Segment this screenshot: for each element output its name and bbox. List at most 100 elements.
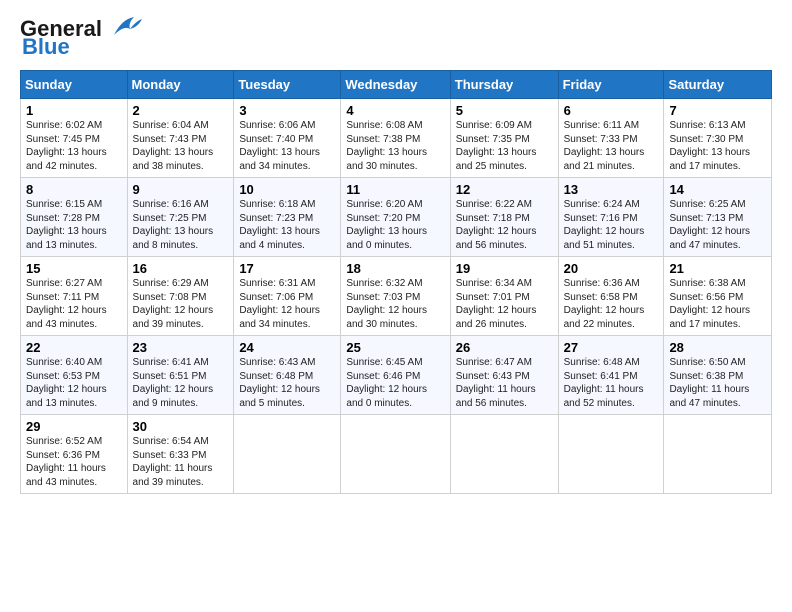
logo-text-blue: Blue	[20, 34, 70, 60]
logo-bird-icon	[104, 13, 142, 41]
day-info: Sunrise: 6:16 AMSunset: 7:25 PMDaylight:…	[133, 199, 214, 251]
day-info: Sunrise: 6:48 AMSunset: 6:41 PMDaylight:…	[564, 357, 644, 409]
header-wednesday: Wednesday	[341, 71, 450, 99]
table-row: 6 Sunrise: 6:11 AMSunset: 7:33 PMDayligh…	[558, 99, 664, 178]
day-number: 23	[133, 340, 229, 355]
table-row: 19 Sunrise: 6:34 AMSunset: 7:01 PMDaylig…	[450, 257, 558, 336]
day-number: 18	[346, 261, 444, 276]
day-info: Sunrise: 6:24 AMSunset: 7:16 PMDaylight:…	[564, 199, 645, 251]
day-info: Sunrise: 6:29 AMSunset: 7:08 PMDaylight:…	[133, 278, 214, 330]
table-row: 26 Sunrise: 6:47 AMSunset: 6:43 PMDaylig…	[450, 336, 558, 415]
day-info: Sunrise: 6:22 AMSunset: 7:18 PMDaylight:…	[456, 199, 537, 251]
table-row: 18 Sunrise: 6:32 AMSunset: 7:03 PMDaylig…	[341, 257, 450, 336]
day-info: Sunrise: 6:47 AMSunset: 6:43 PMDaylight:…	[456, 357, 536, 409]
table-row: 3 Sunrise: 6:06 AMSunset: 7:40 PMDayligh…	[234, 99, 341, 178]
table-row: 21 Sunrise: 6:38 AMSunset: 6:56 PMDaylig…	[664, 257, 772, 336]
table-row: 16 Sunrise: 6:29 AMSunset: 7:08 PMDaylig…	[127, 257, 234, 336]
day-number: 26	[456, 340, 553, 355]
page-container: General Blue Sunday Monday Tuesday Wedne…	[0, 0, 792, 504]
table-row	[450, 415, 558, 494]
day-info: Sunrise: 6:32 AMSunset: 7:03 PMDaylight:…	[346, 278, 427, 330]
day-info: Sunrise: 6:31 AMSunset: 7:06 PMDaylight:…	[239, 278, 320, 330]
day-info: Sunrise: 6:50 AMSunset: 6:38 PMDaylight:…	[669, 357, 749, 409]
day-info: Sunrise: 6:13 AMSunset: 7:30 PMDaylight:…	[669, 120, 750, 172]
day-number: 17	[239, 261, 335, 276]
day-number: 19	[456, 261, 553, 276]
day-number: 28	[669, 340, 766, 355]
table-row: 23 Sunrise: 6:41 AMSunset: 6:51 PMDaylig…	[127, 336, 234, 415]
day-number: 16	[133, 261, 229, 276]
header-tuesday: Tuesday	[234, 71, 341, 99]
day-number: 12	[456, 182, 553, 197]
day-info: Sunrise: 6:08 AMSunset: 7:38 PMDaylight:…	[346, 120, 427, 172]
day-number: 2	[133, 103, 229, 118]
calendar-header-row: Sunday Monday Tuesday Wednesday Thursday…	[21, 71, 772, 99]
table-row: 12 Sunrise: 6:22 AMSunset: 7:18 PMDaylig…	[450, 178, 558, 257]
header-sunday: Sunday	[21, 71, 128, 99]
day-number: 6	[564, 103, 659, 118]
table-row: 25 Sunrise: 6:45 AMSunset: 6:46 PMDaylig…	[341, 336, 450, 415]
table-row	[341, 415, 450, 494]
table-row: 2 Sunrise: 6:04 AMSunset: 7:43 PMDayligh…	[127, 99, 234, 178]
table-row: 15 Sunrise: 6:27 AMSunset: 7:11 PMDaylig…	[21, 257, 128, 336]
day-info: Sunrise: 6:27 AMSunset: 7:11 PMDaylight:…	[26, 278, 107, 330]
day-info: Sunrise: 6:52 AMSunset: 6:36 PMDaylight:…	[26, 436, 106, 488]
day-number: 4	[346, 103, 444, 118]
day-number: 30	[133, 419, 229, 434]
day-info: Sunrise: 6:41 AMSunset: 6:51 PMDaylight:…	[133, 357, 214, 409]
day-info: Sunrise: 6:15 AMSunset: 7:28 PMDaylight:…	[26, 199, 107, 251]
table-row: 29 Sunrise: 6:52 AMSunset: 6:36 PMDaylig…	[21, 415, 128, 494]
day-number: 3	[239, 103, 335, 118]
day-number: 27	[564, 340, 659, 355]
calendar-table: Sunday Monday Tuesday Wednesday Thursday…	[20, 70, 772, 494]
logo: General Blue	[20, 16, 142, 60]
day-number: 29	[26, 419, 122, 434]
table-row: 7 Sunrise: 6:13 AMSunset: 7:30 PMDayligh…	[664, 99, 772, 178]
table-row: 27 Sunrise: 6:48 AMSunset: 6:41 PMDaylig…	[558, 336, 664, 415]
table-row: 17 Sunrise: 6:31 AMSunset: 7:06 PMDaylig…	[234, 257, 341, 336]
day-info: Sunrise: 6:54 AMSunset: 6:33 PMDaylight:…	[133, 436, 213, 488]
day-info: Sunrise: 6:38 AMSunset: 6:56 PMDaylight:…	[669, 278, 750, 330]
table-row: 1 Sunrise: 6:02 AMSunset: 7:45 PMDayligh…	[21, 99, 128, 178]
day-info: Sunrise: 6:02 AMSunset: 7:45 PMDaylight:…	[26, 120, 107, 172]
day-info: Sunrise: 6:40 AMSunset: 6:53 PMDaylight:…	[26, 357, 107, 409]
table-row	[664, 415, 772, 494]
table-row: 28 Sunrise: 6:50 AMSunset: 6:38 PMDaylig…	[664, 336, 772, 415]
day-info: Sunrise: 6:36 AMSunset: 6:58 PMDaylight:…	[564, 278, 645, 330]
day-number: 14	[669, 182, 766, 197]
header-friday: Friday	[558, 71, 664, 99]
day-number: 1	[26, 103, 122, 118]
day-number: 9	[133, 182, 229, 197]
table-row: 14 Sunrise: 6:25 AMSunset: 7:13 PMDaylig…	[664, 178, 772, 257]
table-row: 8 Sunrise: 6:15 AMSunset: 7:28 PMDayligh…	[21, 178, 128, 257]
day-number: 15	[26, 261, 122, 276]
day-number: 10	[239, 182, 335, 197]
header: General Blue	[20, 16, 772, 60]
table-row	[558, 415, 664, 494]
day-number: 24	[239, 340, 335, 355]
day-info: Sunrise: 6:18 AMSunset: 7:23 PMDaylight:…	[239, 199, 320, 251]
table-row	[234, 415, 341, 494]
day-info: Sunrise: 6:09 AMSunset: 7:35 PMDaylight:…	[456, 120, 537, 172]
table-row: 22 Sunrise: 6:40 AMSunset: 6:53 PMDaylig…	[21, 336, 128, 415]
table-row: 10 Sunrise: 6:18 AMSunset: 7:23 PMDaylig…	[234, 178, 341, 257]
header-monday: Monday	[127, 71, 234, 99]
table-row: 24 Sunrise: 6:43 AMSunset: 6:48 PMDaylig…	[234, 336, 341, 415]
day-info: Sunrise: 6:45 AMSunset: 6:46 PMDaylight:…	[346, 357, 427, 409]
table-row: 4 Sunrise: 6:08 AMSunset: 7:38 PMDayligh…	[341, 99, 450, 178]
header-saturday: Saturday	[664, 71, 772, 99]
day-info: Sunrise: 6:20 AMSunset: 7:20 PMDaylight:…	[346, 199, 427, 251]
day-info: Sunrise: 6:06 AMSunset: 7:40 PMDaylight:…	[239, 120, 320, 172]
day-number: 13	[564, 182, 659, 197]
day-number: 7	[669, 103, 766, 118]
day-number: 20	[564, 261, 659, 276]
day-number: 11	[346, 182, 444, 197]
table-row: 11 Sunrise: 6:20 AMSunset: 7:20 PMDaylig…	[341, 178, 450, 257]
table-row: 5 Sunrise: 6:09 AMSunset: 7:35 PMDayligh…	[450, 99, 558, 178]
day-number: 21	[669, 261, 766, 276]
table-row: 30 Sunrise: 6:54 AMSunset: 6:33 PMDaylig…	[127, 415, 234, 494]
day-number: 22	[26, 340, 122, 355]
table-row: 13 Sunrise: 6:24 AMSunset: 7:16 PMDaylig…	[558, 178, 664, 257]
day-info: Sunrise: 6:34 AMSunset: 7:01 PMDaylight:…	[456, 278, 537, 330]
day-info: Sunrise: 6:43 AMSunset: 6:48 PMDaylight:…	[239, 357, 320, 409]
